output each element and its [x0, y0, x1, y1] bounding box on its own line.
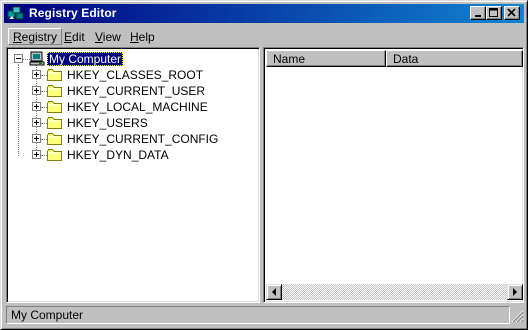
tree-item-hkey-local-machine[interactable]: HKEY_LOCAL_MACHINE — [7, 99, 257, 115]
tree-item-hkey-current-user[interactable]: HKEY_CURRENT_USER — [7, 83, 257, 99]
tree-root-label[interactable]: My Computer — [47, 52, 124, 66]
column-header-name[interactable]: Name — [266, 50, 386, 67]
folder-icon — [47, 148, 64, 162]
expand-icon[interactable] — [32, 134, 41, 143]
menu-view[interactable]: View — [91, 28, 125, 45]
expand-icon[interactable] — [32, 150, 41, 159]
status-text: My Computer — [6, 306, 510, 324]
status-bar: My Computer — [4, 305, 524, 325]
scrollbar-track[interactable] — [282, 284, 507, 300]
tree-item-label[interactable]: HKEY_CURRENT_CONFIG — [65, 132, 220, 146]
tree-item-label[interactable]: HKEY_DYN_DATA — [65, 148, 171, 162]
maximize-button[interactable] — [486, 6, 502, 20]
title-bar[interactable]: Registry Editor — [4, 4, 524, 23]
close-icon — [507, 8, 516, 17]
folder-icon — [47, 116, 64, 130]
arrow-right-icon — [513, 288, 517, 296]
window-title: Registry Editor — [29, 6, 117, 20]
tree-item-label[interactable]: HKEY_USERS — [65, 116, 150, 130]
expand-icon[interactable] — [32, 86, 41, 95]
folder-icon — [47, 100, 64, 114]
tree-item-hkey-classes-root[interactable]: HKEY_CLASSES_ROOT — [7, 67, 257, 83]
registry-editor-window: Registry Editor Registry Edit View Help — [0, 0, 528, 330]
tree-root-row[interactable]: My Computer — [7, 51, 257, 67]
folder-icon — [47, 84, 64, 98]
registry-tree-pane[interactable]: My Computer HKEY_CLASSES_ROOT HKEY_CURRE… — [6, 47, 260, 303]
resize-grip-icon[interactable] — [511, 310, 524, 323]
minimize-icon — [475, 15, 481, 17]
computer-icon — [29, 51, 46, 67]
folder-icon — [47, 68, 64, 82]
minimize-button[interactable] — [470, 6, 486, 20]
menu-help[interactable]: Help — [126, 28, 159, 45]
scroll-left-button[interactable] — [266, 284, 282, 300]
tree-item-label[interactable]: HKEY_CLASSES_ROOT — [65, 68, 205, 82]
tree-item-label[interactable]: HKEY_LOCAL_MACHINE — [65, 100, 210, 114]
tree-item-hkey-dyn-data[interactable]: HKEY_DYN_DATA — [7, 147, 257, 163]
arrow-left-icon — [272, 288, 276, 296]
menu-registry[interactable]: Registry — [8, 28, 63, 45]
folder-icon — [47, 132, 64, 146]
maximize-icon — [489, 8, 498, 17]
tree-item-hkey-users[interactable]: HKEY_USERS — [7, 115, 257, 131]
menu-bar: Registry Edit View Help — [4, 26, 524, 46]
collapse-icon[interactable] — [14, 54, 23, 63]
close-button[interactable] — [504, 6, 520, 20]
expand-icon[interactable] — [32, 70, 41, 79]
registry-editor-icon[interactable] — [7, 5, 25, 22]
column-header-data[interactable]: Data — [386, 50, 523, 67]
horizontal-scrollbar[interactable] — [266, 284, 523, 300]
menu-edit[interactable]: Edit — [60, 28, 89, 45]
expand-icon[interactable] — [32, 102, 41, 111]
scroll-right-button[interactable] — [507, 284, 523, 300]
expand-icon[interactable] — [32, 118, 41, 127]
tree-item-hkey-current-config[interactable]: HKEY_CURRENT_CONFIG — [7, 131, 257, 147]
tree-item-label[interactable]: HKEY_CURRENT_USER — [65, 84, 207, 98]
registry-values-pane[interactable]: Name Data — [263, 47, 524, 303]
